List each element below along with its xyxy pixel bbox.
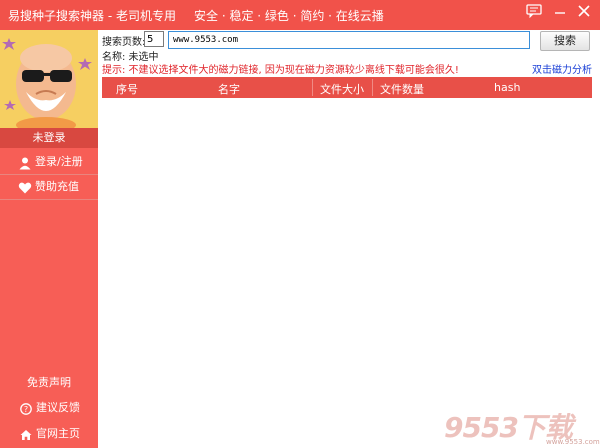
help-icon: ? [20,402,32,415]
close-button[interactable] [574,4,594,24]
svg-text:?: ? [24,405,28,414]
column-divider [312,79,313,96]
main-panel: 搜索页数: 搜索 名称: 未选中 提示: 不建议选择文件大的磁力链接, 因为现在… [98,30,600,448]
magnet-analyze-link[interactable]: 双击磁力分析 [532,61,592,76]
sidebar-item-login[interactable]: 登录/注册 [0,150,98,174]
pages-input[interactable] [144,31,164,47]
chat-icon[interactable] [524,4,544,24]
minimize-button[interactable] [550,4,570,24]
search-input[interactable] [168,31,530,49]
column-header-size[interactable]: 文件大小 [320,81,364,97]
results-table-body[interactable] [102,98,592,438]
user-icon [18,155,32,170]
app-slogan: 安全 · 稳定 · 绿色 · 简约 · 在线云播 [194,9,384,23]
column-header-name[interactable]: 名字 [218,81,240,97]
column-header-index[interactable]: 序号 [116,81,138,97]
homepage-link[interactable]: 官网主页 [0,424,98,444]
homepage-label: 官网主页 [36,427,80,440]
sidebar-item-label: 赞助充值 [35,180,79,193]
results-table-header: 序号 名字 文件大小 文件数量 hash [102,77,592,98]
warning-tip: 提示: 不建议选择文件大的磁力链接, 因为现在磁力资源较少离线下载可能会很久! [102,65,459,76]
search-button[interactable]: 搜索 [540,31,590,51]
column-header-hash[interactable]: hash [494,81,520,94]
column-header-count[interactable]: 文件数量 [380,81,424,97]
sidebar: 未登录 登录/注册 赞助充值 免责声明 ? 建议反馈 官网主页 [0,30,98,448]
home-icon [20,428,32,440]
sidebar-item-label: 登录/注册 [35,155,83,168]
app-title: 易搜种子搜索神器 - 老司机专用 [8,9,176,23]
heart-icon [18,180,32,194]
avatar[interactable] [0,30,98,128]
column-divider [372,79,373,96]
sidebar-item-sponsor[interactable]: 赞助充值 [0,175,98,199]
watermark-site: www.9553.com [546,438,600,446]
feedback-link[interactable]: ? 建议反馈 [0,398,98,418]
title-bar: 易搜种子搜索神器 - 老司机专用 安全 · 稳定 · 绿色 · 简约 · 在线云… [0,0,600,30]
sidebar-divider [0,199,98,200]
disclaimer-link[interactable]: 免责声明 [0,374,98,392]
pages-label: 搜索页数: [102,37,146,48]
login-status: 未登录 [0,128,98,148]
feedback-label: 建议反馈 [36,401,80,414]
